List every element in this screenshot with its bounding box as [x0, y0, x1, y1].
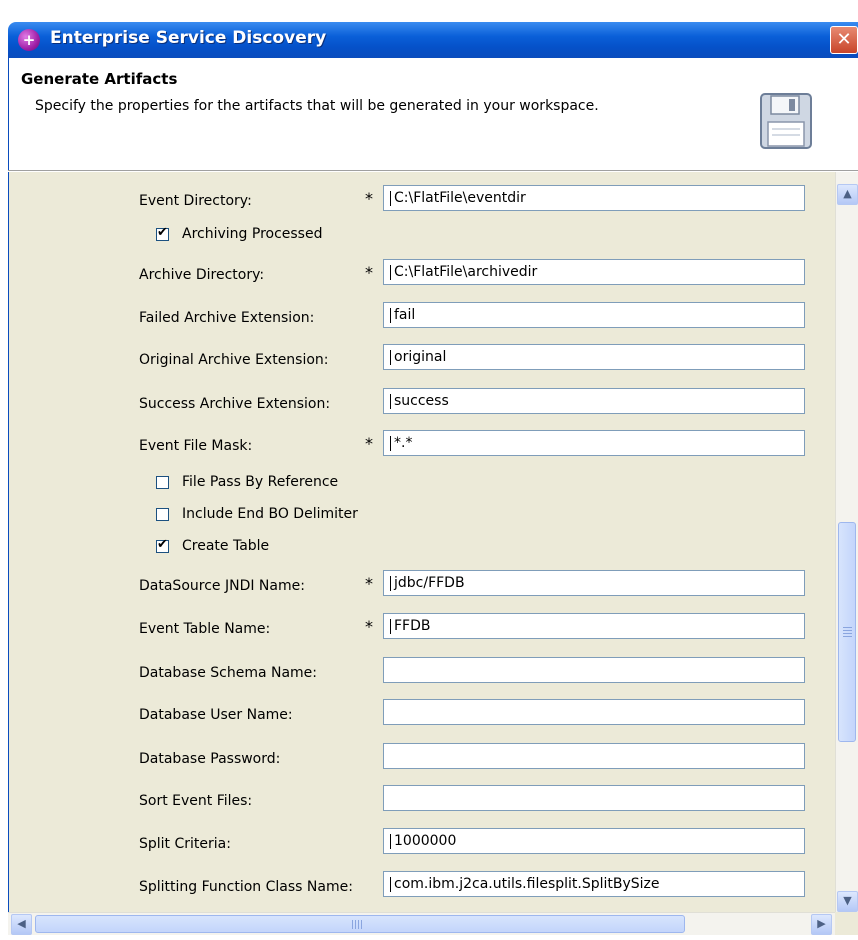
- required-marker: *: [365, 263, 373, 282]
- required-marker: *: [365, 617, 373, 636]
- database-schema-name-field[interactable]: [383, 657, 805, 683]
- required-marker: *: [365, 189, 373, 208]
- file-pass-by-reference-checkbox[interactable]: [156, 476, 169, 489]
- include-end-bo-delimiter-label: Include End BO Delimiter: [182, 506, 358, 522]
- database-user-name-label: Database User Name:: [139, 707, 293, 723]
- app-icon: +: [18, 29, 40, 51]
- split-criteria-field[interactable]: 1000000: [383, 828, 805, 854]
- page-title: Generate Artifacts: [21, 70, 178, 88]
- create-table-checkbox[interactable]: ✔: [156, 537, 169, 553]
- splitting-function-class-name-label: Splitting Function Class Name:: [139, 879, 353, 895]
- event-table-name-field[interactable]: FFDB: [383, 613, 805, 639]
- create-table-label: Create Table: [182, 538, 270, 554]
- required-marker: *: [365, 434, 373, 453]
- chevron-right-icon: ▶: [817, 917, 826, 930]
- wizard-header: Generate Artifacts Specify the propertie…: [8, 58, 858, 170]
- sort-event-files-row: Sort Event Files:: [9, 785, 836, 815]
- scroll-left-button[interactable]: ◀: [11, 914, 32, 935]
- split-criteria-label: Split Criteria:: [139, 836, 231, 852]
- success-archive-extension-row: Success Archive Extension: success: [9, 388, 836, 418]
- archive-directory-row: Archive Directory: * C:\FlatFile\archive…: [9, 259, 836, 289]
- scroll-up-button[interactable]: ▲: [837, 184, 858, 205]
- database-password-row: Database Password:: [9, 743, 836, 773]
- archiving-processed-label: Archiving Processed: [182, 226, 323, 242]
- database-password-field[interactable]: [383, 743, 805, 769]
- failed-archive-extension-field[interactable]: fail: [383, 302, 805, 328]
- failed-archive-extension-row: Failed Archive Extension: fail: [9, 302, 836, 332]
- event-table-name-row: Event Table Name: * FFDB: [9, 613, 836, 643]
- form-panel: Event Directory: * C:\FlatFile\eventdir …: [8, 172, 836, 912]
- top-strip: [0, 0, 858, 22]
- title-bar: + Enterprise Service Discovery ✕: [8, 22, 858, 58]
- horizontal-scrollbar[interactable]: ◀ ▶: [8, 912, 835, 935]
- original-archive-extension-label: Original Archive Extension:: [139, 352, 329, 368]
- event-file-mask-row: Event File Mask: * *.*: [9, 430, 836, 460]
- archive-directory-field[interactable]: C:\FlatFile\archivedir: [383, 259, 805, 285]
- datasource-jndi-name-field[interactable]: jdbc/FFDB: [383, 570, 805, 596]
- chevron-down-icon: ▼: [843, 894, 852, 907]
- scrollbar-corner: [835, 912, 858, 935]
- database-user-name-row: Database User Name:: [9, 699, 836, 729]
- scroll-down-button[interactable]: ▼: [837, 891, 858, 912]
- success-archive-extension-label: Success Archive Extension:: [139, 396, 331, 412]
- window-title: Enterprise Service Discovery: [50, 28, 327, 48]
- event-table-name-label: Event Table Name:: [139, 621, 271, 637]
- scroll-right-button[interactable]: ▶: [811, 914, 832, 935]
- database-schema-name-label: Database Schema Name:: [139, 665, 318, 681]
- splitting-function-class-name-field[interactable]: com.ibm.j2ca.utils.filesplit.SplitBySize: [383, 871, 805, 897]
- original-archive-extension-row: Original Archive Extension: original: [9, 344, 836, 374]
- split-criteria-row: Split Criteria: 1000000: [9, 828, 836, 858]
- archiving-processed-checkbox[interactable]: ✔: [156, 225, 169, 241]
- database-password-label: Database Password:: [139, 751, 281, 767]
- vertical-scrollbar[interactable]: ▲ ▼: [835, 172, 858, 912]
- event-directory-row: Event Directory: * C:\FlatFile\eventdir: [9, 185, 836, 215]
- datasource-jndi-name-row: DataSource JNDI Name: * jdbc/FFDB: [9, 570, 836, 600]
- database-user-name-field[interactable]: [383, 699, 805, 725]
- horizontal-scroll-thumb[interactable]: [35, 915, 685, 933]
- original-archive-extension-field[interactable]: original: [383, 344, 805, 370]
- include-end-bo-delimiter-checkbox[interactable]: [156, 508, 169, 521]
- event-directory-field[interactable]: C:\FlatFile\eventdir: [383, 185, 805, 211]
- datasource-jndi-name-label: DataSource JNDI Name:: [139, 578, 305, 594]
- archive-directory-label: Archive Directory:: [139, 267, 265, 283]
- chevron-up-icon: ▲: [843, 187, 852, 200]
- vertical-scroll-thumb[interactable]: [838, 522, 856, 742]
- sort-event-files-label: Sort Event Files:: [139, 793, 253, 809]
- sort-event-files-field[interactable]: [383, 785, 805, 811]
- file-pass-by-reference-label: File Pass By Reference: [182, 474, 339, 490]
- required-marker: *: [365, 574, 373, 593]
- chevron-left-icon: ◀: [17, 917, 26, 930]
- splitting-function-class-name-row: Splitting Function Class Name: com.ibm.j…: [9, 871, 836, 901]
- event-file-mask-label: Event File Mask:: [139, 438, 253, 454]
- failed-archive-extension-label: Failed Archive Extension:: [139, 310, 315, 326]
- database-schema-name-row: Database Schema Name:: [9, 657, 836, 687]
- close-button[interactable]: ✕: [830, 26, 858, 54]
- page-description: Specify the properties for the artifacts…: [35, 98, 599, 114]
- success-archive-extension-field[interactable]: success: [383, 388, 805, 414]
- close-icon: ✕: [836, 29, 852, 50]
- event-file-mask-field[interactable]: *.*: [383, 430, 805, 456]
- event-directory-label: Event Directory:: [139, 193, 252, 209]
- save-disk-icon: [760, 93, 812, 149]
